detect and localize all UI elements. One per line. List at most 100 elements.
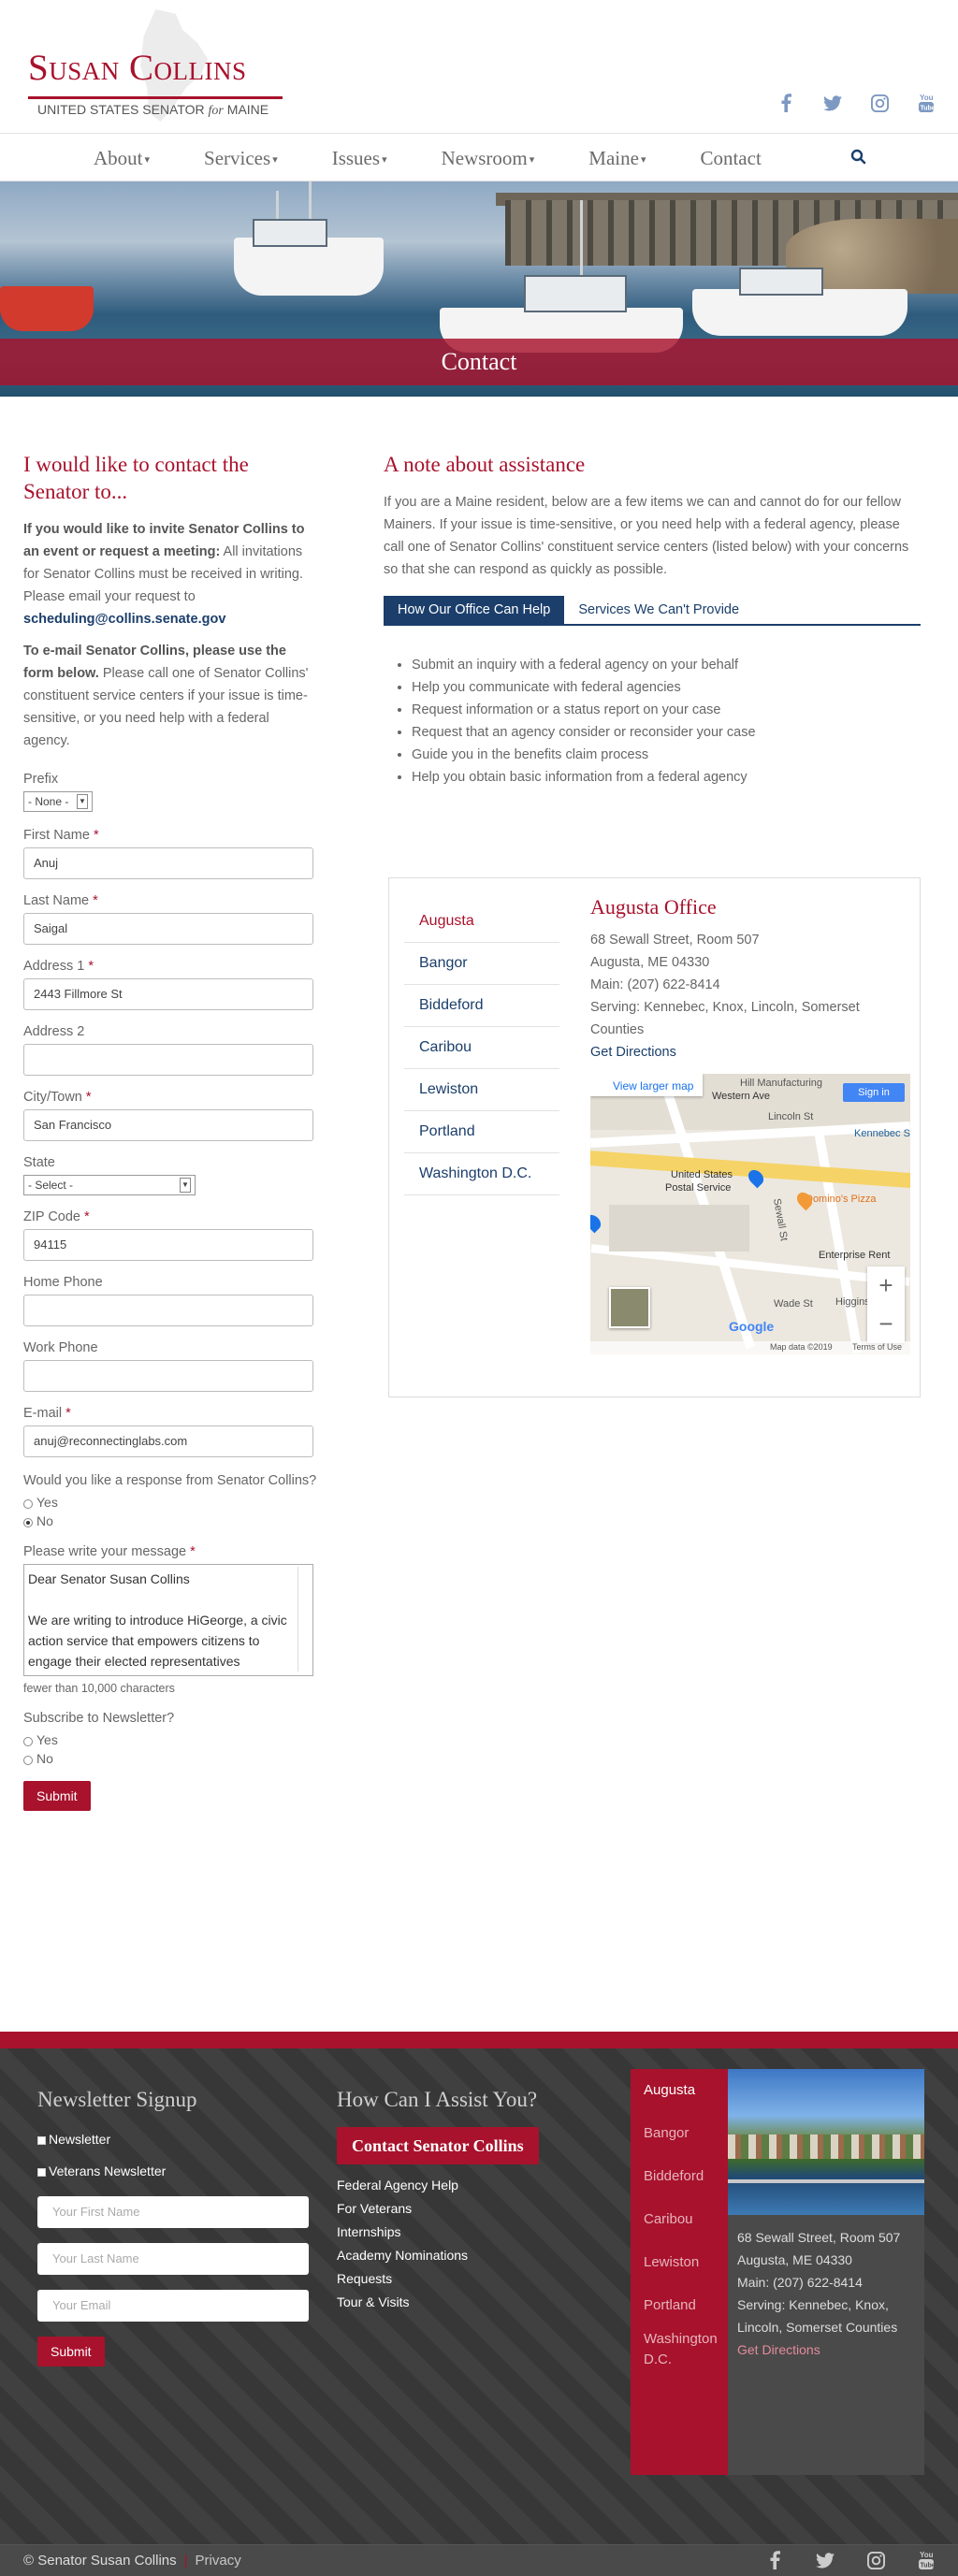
footer-link-veterans[interactable]: For Veterans — [337, 2197, 617, 2221]
office-tab-portland[interactable]: Portland — [404, 1111, 559, 1153]
zoom-in-button[interactable]: + — [867, 1266, 905, 1305]
scheduling-email-link[interactable]: scheduling@collins.senate.gov — [23, 612, 225, 627]
state-select[interactable]: - Select - ▼ — [23, 1175, 196, 1195]
tab-how-we-help[interactable]: How Our Office Can Help — [384, 596, 565, 624]
svg-text:You: You — [920, 2551, 934, 2559]
footer-office-augusta[interactable]: Augusta — [631, 2069, 728, 2112]
contact-senator-button[interactable]: Contact Senator Collins — [337, 2127, 539, 2164]
footer-link-tours[interactable]: Tour & Visits — [337, 2291, 617, 2314]
social-links: You Tube — [775, 92, 937, 114]
tab-cannot-provide[interactable]: Services We Can't Provide — [564, 596, 753, 624]
footer-office-lewiston[interactable]: Lewiston — [631, 2241, 728, 2284]
office-tab-biddeford[interactable]: Biddeford — [404, 985, 559, 1027]
newsletter-last-name-input[interactable]: Your Last Name — [37, 2243, 309, 2275]
facebook-icon[interactable] — [763, 2549, 786, 2571]
facebook-icon[interactable] — [775, 92, 797, 114]
footer-link-internships[interactable]: Internships — [337, 2221, 617, 2244]
office-title: Augusta Office — [590, 895, 717, 919]
instagram-icon[interactable] — [864, 2549, 887, 2571]
newsletter-email-input[interactable]: Your Email — [37, 2290, 309, 2322]
contact-heading: I would like to contact the Senator to..… — [23, 453, 249, 503]
city-label: City/Town * — [23, 1090, 92, 1105]
footer-link-requests[interactable]: Requests — [337, 2267, 617, 2291]
nav-item-about[interactable]: About ▾ — [94, 147, 150, 170]
zoom-out-button[interactable]: − — [867, 1305, 905, 1343]
first-name-field[interactable]: Anuj — [23, 847, 313, 879]
instagram-icon[interactable] — [868, 92, 891, 114]
newsletter-label: Subscribe to Newsletter? — [23, 1711, 175, 1726]
satellite-toggle[interactable] — [609, 1287, 650, 1328]
assistance-text: If you are a Maine resident, below are a… — [384, 495, 909, 577]
zip-field[interactable]: 94115 — [23, 1229, 313, 1261]
map-data-credit: Map data ©2019 — [770, 1342, 833, 1352]
nav-item-services[interactable]: Services ▾ — [204, 147, 278, 170]
svg-text:Tube: Tube — [921, 2563, 936, 2569]
map-pin-icon[interactable] — [590, 1211, 604, 1234]
nav-item-maine[interactable]: Maine ▾ — [588, 147, 646, 170]
map-highway — [590, 1149, 910, 1190]
svg-text:Tube: Tube — [921, 106, 936, 112]
address1-field[interactable]: 2443 Fillmore St — [23, 978, 313, 1010]
newsletter-signup: Newsletter Signup Newsletter Veterans Ne… — [37, 2088, 309, 2366]
message-hint: fewer than 10,000 characters — [23, 1682, 175, 1695]
response-yes-radio[interactable]: Yes — [23, 1493, 319, 1512]
footer-office-caribou[interactable]: Caribou — [631, 2198, 728, 2241]
veterans-newsletter-checkbox[interactable]: Veterans Newsletter — [37, 2155, 309, 2187]
youtube-icon[interactable]: You Tube — [915, 2549, 937, 2571]
twitter-icon[interactable] — [814, 2549, 836, 2571]
work-phone-field[interactable] — [23, 1360, 313, 1392]
nav-item-newsroom[interactable]: Newsroom ▾ — [442, 147, 535, 170]
message-textarea[interactable]: Dear Senator Susan Collins We are writin… — [23, 1564, 313, 1676]
site-header: Susan Collins UNITED STATES SENATOR for … — [0, 0, 958, 133]
office-tab-augusta[interactable]: Augusta — [404, 901, 559, 943]
newsletter-submit-button[interactable]: Submit — [37, 2337, 105, 2366]
augusta-photo — [728, 2069, 924, 2215]
newsletter-checkbox[interactable]: Newsletter — [37, 2123, 309, 2155]
view-larger-map-link[interactable]: View larger map — [613, 1079, 693, 1093]
newsletter-first-name-input[interactable]: Your First Name — [37, 2196, 309, 2228]
newsletter-yes-radio[interactable]: Yes — [23, 1730, 319, 1749]
zoom-control: + − — [867, 1266, 905, 1343]
get-directions-link[interactable]: Get Directions — [590, 1041, 908, 1064]
footer-get-directions-link[interactable]: Get Directions — [728, 2338, 924, 2361]
last-name-field[interactable]: Saigal — [23, 913, 313, 945]
submit-button[interactable]: Submit — [23, 1781, 91, 1811]
footer-link-academy[interactable]: Academy Nominations — [337, 2244, 617, 2267]
newsletter-no-radio[interactable]: No — [23, 1749, 319, 1768]
office-tab-lewiston[interactable]: Lewiston — [404, 1069, 559, 1111]
home-phone-field[interactable] — [23, 1295, 313, 1326]
site-logo[interactable]: Susan Collins UNITED STATES SENATOR for … — [22, 9, 294, 122]
footer-office-portland[interactable]: Portland — [631, 2284, 728, 2327]
email-paragraph: To e-mail Senator Collins, please use th… — [23, 644, 309, 748]
nav-item-contact[interactable]: Contact — [700, 147, 761, 170]
footer-offices: Augusta Bangor Biddeford Caribou Lewisto… — [631, 2069, 924, 2475]
map-terms-link[interactable]: Terms of Use — [852, 1342, 902, 1352]
twitter-icon[interactable] — [821, 92, 844, 114]
svg-text:You: You — [920, 94, 934, 102]
response-no-radio[interactable]: No — [23, 1512, 319, 1530]
textarea-scrollbar[interactable] — [298, 1567, 311, 1672]
list-item: Request that an agency consider or recon… — [412, 721, 921, 744]
office-tab-washington[interactable]: Washington D.C. — [404, 1153, 559, 1195]
footer-office-biddeford[interactable]: Biddeford — [631, 2155, 728, 2198]
privacy-link[interactable]: Privacy — [196, 2553, 241, 2569]
address2-label: Address 2 — [23, 1024, 85, 1039]
office-tab-caribou[interactable]: Caribou — [404, 1027, 559, 1069]
boat — [692, 289, 907, 336]
prefix-select[interactable]: - None - ▼ — [23, 791, 93, 812]
footer-link-federal-agency[interactable]: Federal Agency Help — [337, 2174, 617, 2197]
email-field[interactable]: anuj@reconnectinglabs.com — [23, 1425, 313, 1457]
address2-field[interactable] — [23, 1044, 313, 1076]
footer-office-washington[interactable]: Washington D.C. — [631, 2327, 728, 2370]
office-serving: Serving: Kennebec, Knox, Lincoln, Somers… — [590, 1000, 860, 1037]
map-sign-in-button[interactable]: Sign in — [843, 1083, 905, 1102]
nav-item-issues[interactable]: Issues ▾ — [332, 147, 387, 170]
youtube-icon[interactable]: You Tube — [915, 92, 937, 114]
office-map[interactable]: Hill Manufacturing Western Ave Lincoln S… — [590, 1074, 910, 1354]
search-icon[interactable] — [849, 148, 868, 166]
footer-stripe — [0, 2032, 958, 2048]
invite-paragraph: If you would like to invite Senator Coll… — [23, 522, 305, 627]
office-tab-bangor[interactable]: Bangor — [404, 943, 559, 985]
city-field[interactable]: San Francisco — [23, 1109, 313, 1141]
footer-office-bangor[interactable]: Bangor — [631, 2112, 728, 2155]
